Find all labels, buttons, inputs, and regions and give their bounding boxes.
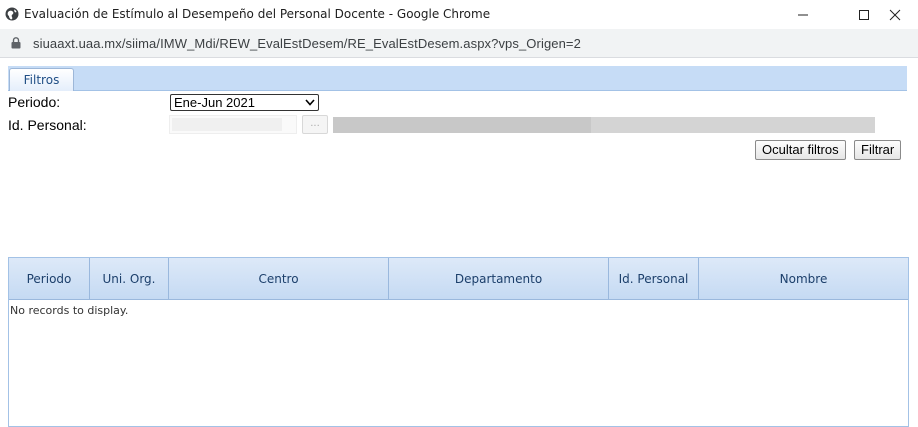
tab-filtros[interactable]: Filtros (9, 68, 74, 91)
hide-filters-button[interactable]: Ocultar filtros (755, 140, 846, 160)
url-text[interactable]: siuaaxt.uaa.mx/siima/IMW_Mdi/REW_EvalEst… (33, 36, 581, 51)
column-header-uni-org[interactable]: Uni. Org. (90, 258, 169, 300)
globe-icon (5, 7, 19, 21)
personal-name-display (333, 117, 875, 133)
window-title: Evaluación de Estímulo al Desempeño del … (24, 7, 491, 21)
grid-header: Periodo Uni. Org. Centro Departamento Id… (9, 258, 908, 300)
id-personal-input-inner (172, 118, 282, 131)
address-bar[interactable]: siuaaxt.uaa.mx/siima/IMW_Mdi/REW_EvalEst… (0, 29, 918, 58)
empty-message: No records to display. (10, 304, 129, 317)
id-personal-label: Id. Personal: (8, 117, 87, 133)
lock-icon (11, 37, 21, 49)
close-button[interactable] (872, 0, 918, 29)
filter-button[interactable]: Filtrar (854, 140, 902, 160)
chevron-down-icon (305, 99, 315, 106)
minimize-icon (798, 14, 808, 15)
close-icon (889, 9, 901, 20)
tab-strip: Filtros (8, 66, 907, 91)
lookup-button[interactable]: ... (302, 115, 328, 134)
results-grid: Periodo Uni. Org. Centro Departamento Id… (8, 257, 909, 427)
window-titlebar: Evaluación de Estímulo al Desempeño del … (0, 0, 918, 29)
periodo-select[interactable]: Ene-Jun 2021 (170, 94, 319, 111)
personal-name-display-segment (333, 117, 591, 133)
column-header-departamento[interactable]: Departamento (389, 258, 609, 300)
periodo-label: Periodo: (8, 94, 61, 110)
page-content: Filtros Periodo: Ene-Jun 2021 Id. Person… (0, 59, 918, 427)
periodo-select-value: Ene-Jun 2021 (174, 95, 255, 110)
column-header-centro[interactable]: Centro (169, 258, 389, 300)
column-header-periodo[interactable]: Periodo (9, 258, 90, 300)
column-header-id-personal[interactable]: Id. Personal (609, 258, 699, 300)
maximize-icon (859, 9, 869, 20)
id-personal-input[interactable] (169, 115, 297, 134)
column-header-nombre[interactable]: Nombre (699, 258, 908, 300)
minimize-button[interactable] (780, 0, 826, 29)
